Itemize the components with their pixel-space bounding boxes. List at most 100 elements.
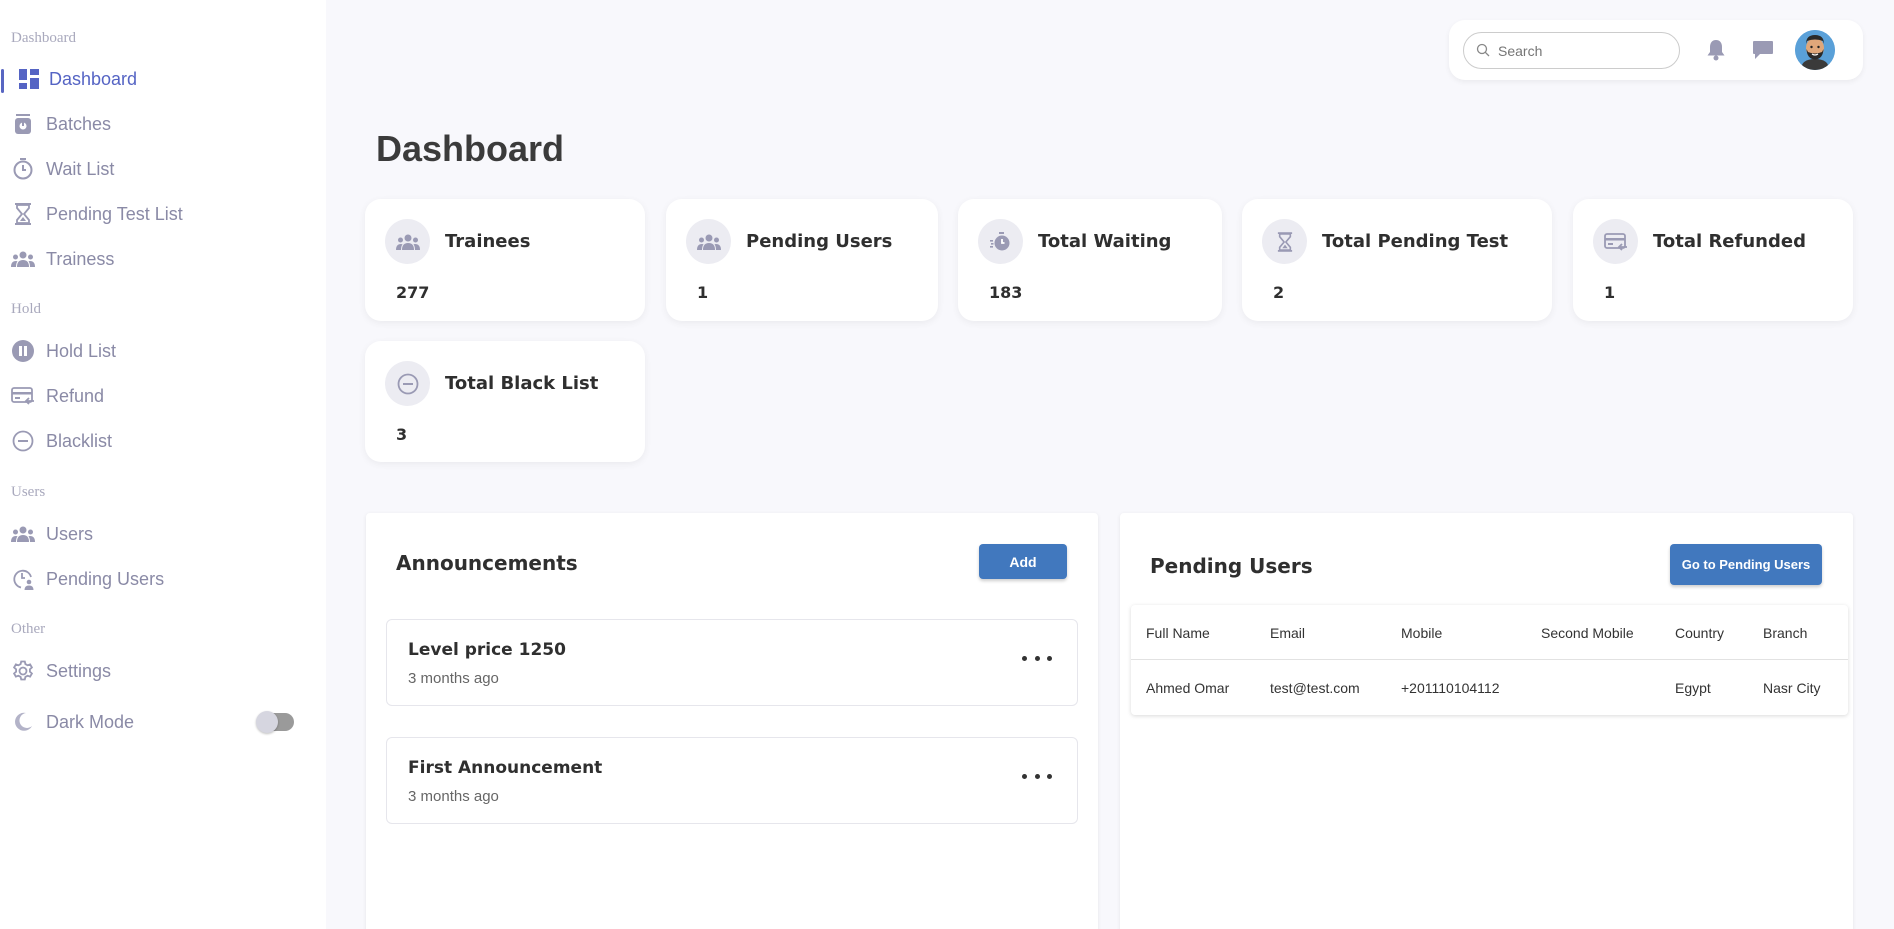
page-title: Dashboard — [376, 128, 565, 169]
stat-value: 2 — [1273, 283, 1285, 302]
section-title-dashboard: Dashboard — [11, 30, 76, 46]
column-header[interactable]: Second Mobile — [1541, 625, 1634, 641]
gear-icon — [11, 659, 35, 683]
sidebar-item-label: Settings — [46, 660, 112, 681]
sidebar-item-label: Trainess — [46, 248, 115, 269]
cell-country: Egypt — [1675, 680, 1711, 696]
sidebar-item-refund[interactable]: Refund — [0, 376, 326, 416]
sidebar-item-label: Blacklist — [46, 430, 113, 451]
sidebar-item-label: Dashboard — [49, 68, 138, 89]
stat-card-total-refunded: Total Refunded 1 — [1573, 199, 1853, 321]
stat-value: 183 — [989, 283, 1023, 302]
add-announcement-button[interactable]: Add — [979, 544, 1067, 579]
table-header: Full Name Email Mobile Second Mobile Cou… — [1131, 605, 1848, 660]
pause-icon — [11, 339, 35, 363]
sidebar-item-settings[interactable]: Settings — [0, 651, 326, 691]
stat-title: Total Refunded — [1653, 231, 1806, 252]
search-icon — [1476, 43, 1492, 59]
timer-icon — [978, 219, 1023, 264]
announcement-time: 3 months ago — [408, 670, 499, 687]
batches-icon — [11, 112, 35, 136]
search-input[interactable] — [1498, 42, 1668, 59]
toggle-knob — [256, 711, 278, 733]
stat-card-total-black-list: Total Black List 3 — [365, 341, 645, 462]
refund-card-icon — [11, 384, 35, 408]
stat-value: 1 — [1604, 283, 1616, 302]
dark-mode-toggle[interactable] — [256, 711, 294, 733]
sidebar-item-label: Hold List — [46, 340, 117, 361]
bell-icon[interactable] — [1703, 37, 1729, 63]
column-header[interactable]: Email — [1270, 625, 1305, 641]
column-header[interactable]: Full Name — [1146, 625, 1210, 641]
go-to-pending-users-button[interactable]: Go to Pending Users — [1670, 544, 1822, 585]
sidebar-item-label: Refund — [46, 385, 105, 406]
topbar — [1449, 20, 1863, 80]
sidebar-item-label: Users — [46, 523, 94, 544]
column-header[interactable]: Branch — [1763, 625, 1807, 641]
timer-icon — [11, 157, 35, 181]
announcement-title: Level price 1250 — [408, 640, 566, 660]
sidebar-item-wait-list[interactable]: Wait List — [0, 149, 326, 189]
hourglass-icon — [11, 202, 35, 226]
block-icon — [11, 429, 35, 453]
section-title-users: Users — [11, 484, 46, 500]
group-icon — [11, 247, 35, 271]
pending-users-table: Full Name Email Mobile Second Mobile Cou… — [1131, 605, 1848, 715]
refund-card-icon — [1593, 219, 1638, 264]
sidebar-item-pending-test-list[interactable]: Pending Test List — [0, 194, 326, 234]
pending-users-title: Pending Users — [1150, 554, 1313, 578]
dashboard-icon — [17, 67, 41, 91]
stat-card-trainees: Trainees 277 — [365, 199, 645, 321]
sidebar-item-batches[interactable]: Batches — [0, 104, 326, 144]
more-options-icon[interactable] — [1022, 648, 1052, 668]
chat-icon[interactable] — [1750, 37, 1776, 63]
cell-branch: Nasr City — [1763, 680, 1821, 696]
sidebar-item-hold-list[interactable]: Hold List — [0, 331, 326, 371]
group-icon — [686, 219, 731, 264]
block-icon — [385, 361, 430, 406]
column-header[interactable]: Mobile — [1401, 625, 1442, 641]
stat-value: 277 — [396, 283, 430, 302]
cell-email: test@test.com — [1270, 680, 1360, 696]
hourglass-icon — [1262, 219, 1307, 264]
sidebar-item-pending-users[interactable]: Pending Users — [0, 559, 326, 599]
sidebar-item-dashboard[interactable]: Dashboard — [0, 59, 326, 99]
group-icon — [11, 522, 35, 546]
sidebar-item-blacklist[interactable]: Blacklist — [0, 421, 326, 461]
search-box[interactable] — [1463, 32, 1680, 69]
announcement-item: First Announcement 3 months ago — [386, 737, 1078, 824]
announcements-panel: Announcements Add Level price 1250 3 mon… — [366, 513, 1098, 929]
sidebar-item-label: Pending Users — [46, 568, 165, 589]
stat-value: 1 — [697, 283, 709, 302]
announcements-title: Announcements — [396, 551, 578, 575]
section-title-hold: Hold — [11, 301, 41, 317]
announcement-time: 3 months ago — [408, 788, 499, 805]
cell-mobile: +201110104112 — [1401, 680, 1500, 696]
pending-users-panel: Pending Users Go to Pending Users Full N… — [1120, 513, 1853, 929]
sidebar-item-trainess[interactable]: Trainess — [0, 239, 326, 279]
announcement-title: First Announcement — [408, 758, 603, 778]
stat-card-total-waiting: Total Waiting 183 — [958, 199, 1222, 321]
sidebar: Dashboard Dashboard Batches Wait List Pe… — [0, 0, 326, 929]
stat-title: Trainees — [445, 231, 531, 252]
stat-card-pending-users: Pending Users 1 — [666, 199, 938, 321]
sidebar-item-users[interactable]: Users — [0, 514, 326, 554]
sidebar-item-label: Wait List — [46, 158, 115, 179]
stat-title: Total Waiting — [1038, 231, 1172, 252]
pending-clock-user-icon — [11, 567, 35, 591]
cell-full-name: Ahmed Omar — [1146, 680, 1230, 696]
stat-card-total-pending-test: Total Pending Test 2 — [1242, 199, 1552, 321]
stat-title: Total Pending Test — [1322, 231, 1509, 252]
avatar[interactable] — [1795, 30, 1835, 70]
dark-mode-label: Dark Mode — [46, 711, 135, 732]
group-icon — [385, 219, 430, 264]
section-title-other: Other — [11, 621, 46, 637]
more-options-icon[interactable] — [1022, 766, 1052, 786]
moon-icon — [11, 710, 35, 734]
sidebar-item-label: Pending Test List — [46, 203, 183, 224]
stat-title: Total Black List — [445, 373, 599, 394]
column-header[interactable]: Country — [1675, 625, 1724, 641]
stat-value: 3 — [396, 425, 408, 444]
announcement-item: Level price 1250 3 months ago — [386, 619, 1078, 706]
stat-title: Pending Users — [746, 231, 893, 252]
